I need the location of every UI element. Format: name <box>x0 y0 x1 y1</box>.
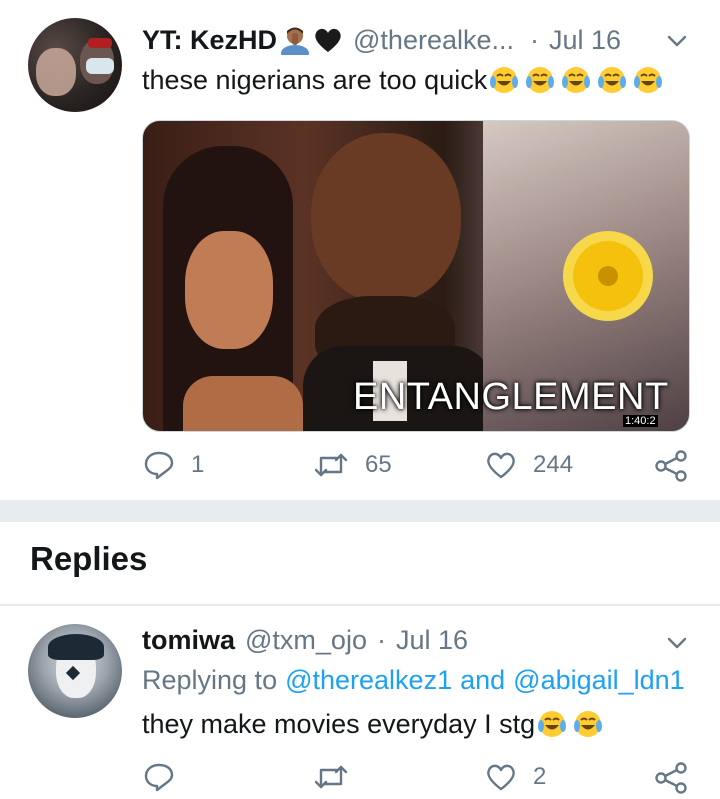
mention-link[interactable]: @therealkez1 <box>285 665 452 696</box>
like-action[interactable]: 244 <box>485 450 573 480</box>
person-facepalming-emoji-icon <box>279 25 311 61</box>
face-with-tears-of-joy-emoji-icon <box>597 65 627 95</box>
share-action[interactable] <box>654 450 688 487</box>
black-heart-emoji-icon <box>313 26 343 54</box>
share-icon <box>655 762 687 794</box>
replying-to-prefix: Replying to <box>142 664 278 695</box>
reply-icon <box>144 763 174 792</box>
section-divider <box>0 500 720 522</box>
retweet-icon <box>314 765 348 789</box>
reply-date[interactable]: Jul 16 <box>396 625 468 656</box>
media-duration: 1:40:2 <box>623 415 658 427</box>
tweet[interactable]: YT: KezHD @therealke... · Jul 16 these n… <box>0 0 720 500</box>
share-icon <box>655 450 687 482</box>
media-caption: ENTANGLEMENT <box>353 376 669 418</box>
retweet-icon <box>314 453 348 477</box>
retweet-action[interactable]: 65 <box>313 450 392 480</box>
face-with-tears-of-joy-emoji-icon <box>561 65 591 95</box>
reply-text: they make movies everyday I stg <box>142 708 536 739</box>
reply-header: tomiwa @txm_ojo · Jul 16 <box>142 622 468 658</box>
reply-icon <box>144 451 174 480</box>
tweet-media-image[interactable]: ENTANGLEMENT 1:40:2 <box>142 120 690 432</box>
face-with-tears-of-joy-emoji-icon <box>537 709 567 739</box>
reply-retweet-action[interactable] <box>313 762 349 797</box>
face-with-tears-of-joy-emoji-icon <box>525 65 555 95</box>
reply-display-name[interactable]: tomiwa <box>142 625 235 656</box>
reply-like-count: 2 <box>533 763 547 790</box>
tweet-menu-button[interactable] <box>664 28 690 54</box>
reply-reply-action[interactable] <box>143 762 175 797</box>
reply-handle[interactable]: @txm_ojo <box>245 625 367 656</box>
tweet-text-line: these nigerians are too quick <box>142 60 669 100</box>
tweet-emoji-group <box>489 65 669 95</box>
tweet-display-name[interactable]: YT: KezHD <box>142 25 277 56</box>
like-count: 244 <box>533 451 574 478</box>
heart-icon <box>487 764 515 791</box>
reply-menu-button[interactable] <box>664 630 690 656</box>
tweet-avatar[interactable] <box>28 18 122 112</box>
replies-heading: Replies <box>30 540 148 577</box>
reply-text-line: they make movies everyday I stg <box>142 704 609 744</box>
replying-to-line: Replying to @therealkez1 and @abigail_ld… <box>142 662 685 698</box>
heart-icon <box>487 452 515 479</box>
tweet-header: YT: KezHD @therealke... · Jul 16 <box>142 22 621 61</box>
chevron-down-icon <box>667 637 687 649</box>
reply-like-action[interactable]: 2 <box>485 762 546 792</box>
reply-avatar[interactable] <box>28 624 122 718</box>
retweet-count: 65 <box>365 451 392 478</box>
tweet-handle[interactable]: @therealke... <box>353 25 514 56</box>
reply-emoji-group <box>537 709 609 739</box>
tweet-text: these nigerians are too quick <box>142 64 488 95</box>
reply-separator: · <box>376 624 386 655</box>
chevron-down-icon <box>667 35 687 47</box>
tweet-separator: · <box>530 24 540 55</box>
mention-link[interactable]: @abigail_ldn1 <box>513 665 685 696</box>
tweet-date[interactable]: Jul 16 <box>549 25 621 56</box>
reply-tweet[interactable]: tomiwa @txm_ojo · Jul 16 Replying to @th… <box>0 606 720 794</box>
face-with-tears-of-joy-emoji-icon <box>573 709 603 739</box>
mention-and: and <box>460 664 506 695</box>
reply-count: 1 <box>191 451 205 478</box>
face-with-tears-of-joy-emoji-icon <box>633 65 663 95</box>
reply-share-action[interactable] <box>654 762 688 799</box>
face-with-tears-of-joy-emoji-icon <box>489 65 519 95</box>
reply-action[interactable]: 1 <box>143 450 204 480</box>
